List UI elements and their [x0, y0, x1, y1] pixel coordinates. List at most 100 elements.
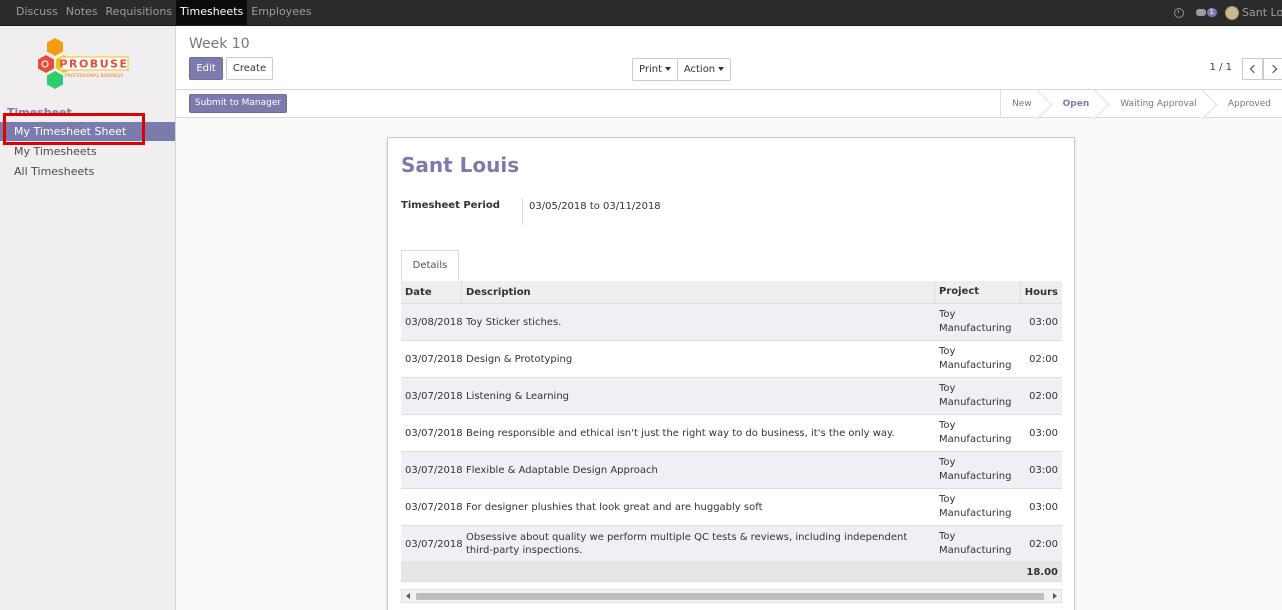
table-row[interactable]: 03/07/2018 Listening & Learning Toy Manuf… [401, 378, 1062, 415]
menu-timesheets[interactable]: Timesheets [176, 0, 248, 25]
cell-project: Toy Manufacturing [935, 526, 1021, 562]
form-sheet: Sant Louis Timesheet Period 03/05/2018 t… [387, 137, 1075, 610]
tab-details[interactable]: Details [401, 250, 459, 282]
stage-waiting-approval[interactable]: Waiting Approval [1100, 90, 1208, 118]
messaging-menu[interactable]: 1 [1195, 8, 1217, 17]
avatar[interactable] [1225, 5, 1239, 20]
project-line-1: Toy [939, 383, 956, 394]
timesheet-period-value: 03/05/2018 to 03/11/2018 [529, 201, 661, 212]
table-footer: 18.00 [401, 563, 1062, 582]
scroll-right-icon[interactable] [1053, 593, 1057, 599]
column-header-date[interactable]: Date [401, 281, 462, 303]
footer-spacer [401, 563, 462, 581]
activity-clock-icon[interactable] [1173, 7, 1184, 18]
timesheet-period-label: Timesheet Period [401, 200, 500, 211]
project-line-2: Manufacturing [939, 471, 1012, 482]
footer-spacer [462, 563, 935, 581]
stage-approved[interactable]: Approved [1208, 90, 1282, 118]
cell-project: Toy Manufacturing [935, 452, 1021, 488]
cell-description: Toy Sticker stiches. [466, 316, 562, 328]
cell-project: Toy Manufacturing [935, 304, 1021, 340]
systray: 1 Sant Louis [1173, 0, 1282, 25]
logo-tagline-text: PROFESSIONAL BUSINESS [65, 73, 123, 79]
action-dropdown[interactable]: Action [677, 58, 731, 81]
cell-description: Being responsible and ethical isn't just… [466, 427, 895, 439]
action-label: Action [683, 64, 716, 75]
cell-project: Toy Manufacturing [935, 341, 1021, 377]
cell-date: 03/07/2018 [405, 353, 462, 365]
table-row[interactable]: 03/07/2018 Obsessive about quality we pe… [401, 526, 1062, 563]
breadcrumb[interactable]: Week 10 [189, 36, 250, 52]
column-header-description[interactable]: Description [462, 281, 935, 303]
column-header-project[interactable]: Project [935, 281, 1021, 303]
form-statusbar: Submit to Manager New Open Waiting Appro… [176, 90, 1282, 118]
cell-description: Design & Prototyping [466, 353, 573, 365]
print-dropdown[interactable]: Print [632, 58, 678, 81]
menu-notes[interactable]: Notes [62, 0, 102, 25]
menu-employees[interactable]: Employees [247, 0, 315, 25]
menu-requisitions[interactable]: Requisitions [102, 0, 177, 25]
scrollbar-thumb[interactable] [416, 593, 1044, 600]
pager-value[interactable]: 1 / 1 [1210, 62, 1232, 73]
horizontal-scrollbar[interactable] [401, 589, 1062, 603]
sidebar-item-my-timesheet-sheet[interactable]: My Timesheet Sheet [0, 122, 175, 141]
sidebar-item-my-timesheets[interactable]: My Timesheets [0, 142, 175, 161]
table-row[interactable]: 03/07/2018 For designer plushies that lo… [401, 489, 1062, 526]
cell-description: For designer plushies that look great an… [466, 501, 763, 513]
cell-date: 03/07/2018 [405, 538, 462, 550]
cell-date: 03/07/2018 [405, 501, 462, 513]
pager-previous-icon[interactable] [1242, 58, 1263, 80]
cell-date: 03/07/2018 [405, 464, 462, 476]
project-line-2: Manufacturing [939, 360, 1012, 371]
chat-bubble-icon [1195, 9, 1206, 16]
table-row[interactable]: 03/07/2018 Design & Prototyping Toy Manuf… [401, 341, 1062, 378]
company-logo[interactable]: PROBUSE PROFESSIONAL BUSINESS [34, 37, 146, 91]
pager-next-icon[interactable] [1263, 58, 1282, 80]
control-panel: Week 10 Edit Create Print Action 1 / 1 [176, 26, 1282, 90]
project-line-2: Manufacturing [939, 434, 1012, 445]
cell-project: Toy Manufacturing [935, 489, 1021, 525]
logo-brand-text: PROBUSE [59, 58, 128, 71]
stage-pipeline: New Open Waiting Approval Approved [999, 90, 1282, 118]
cell-hours: 02:00 [1029, 538, 1058, 550]
table-row[interactable]: 03/07/2018 Flexible & Adaptable Design A… [401, 452, 1062, 489]
sidebar-section-heading: Timesheet [7, 106, 72, 119]
chat-count-badge: 1 [1206, 8, 1217, 17]
cell-project: Toy Manufacturing [935, 415, 1021, 451]
print-label: Print [638, 64, 662, 75]
column-header-hours[interactable]: Hours [1021, 281, 1062, 303]
project-line-2: Manufacturing [939, 397, 1012, 408]
cell-description: Flexible & Adaptable Design Approach [466, 464, 658, 476]
project-line-1: Toy [939, 531, 956, 542]
edit-button[interactable]: Edit [189, 57, 223, 80]
table-header: Date Description Project Hours [401, 281, 1062, 304]
sidebar: PROBUSE PROFESSIONAL BUSINESS Timesheet … [0, 26, 176, 610]
top-navbar: Discuss Notes Requisitions Timesheets Em… [0, 0, 1282, 26]
probuse-logo-icon: PROBUSE PROFESSIONAL BUSINESS [38, 38, 129, 89]
cell-hours: 03:00 [1029, 501, 1058, 513]
field-divider [522, 198, 523, 225]
menu-discuss[interactable]: Discuss [12, 0, 62, 25]
employee-name: Sant Louis [401, 153, 520, 177]
create-button[interactable]: Create [226, 57, 273, 80]
total-hours: 18.00 [1026, 566, 1058, 578]
sidebar-item-all-timesheets[interactable]: All Timesheets [0, 162, 175, 181]
footer-spacer [935, 563, 1021, 581]
cell-date: 03/08/2018 [405, 316, 462, 328]
submit-to-manager-button[interactable]: Submit to Manager [189, 94, 287, 113]
project-line-2: Manufacturing [939, 545, 1012, 556]
project-line-1: Toy [939, 346, 956, 357]
table-row[interactable]: 03/07/2018 Being responsible and ethical… [401, 415, 1062, 452]
user-menu[interactable]: Sant Louis [1242, 6, 1282, 19]
cell-hours: 02:00 [1029, 353, 1058, 365]
cell-date: 03/07/2018 [405, 390, 462, 402]
scroll-left-icon[interactable] [406, 593, 410, 599]
table-row[interactable]: 03/08/2018 Toy Sticker stiches. Toy Manuf… [401, 304, 1062, 341]
caret-down-icon [718, 67, 725, 71]
app-menu: Discuss Notes Requisitions Timesheets Em… [12, 0, 315, 25]
caret-down-icon [665, 67, 671, 71]
project-line-1: Toy [939, 309, 956, 320]
cell-hours: 02:00 [1029, 390, 1058, 402]
stage-new[interactable]: New [1001, 90, 1043, 118]
project-line-2: Manufacturing [939, 323, 1012, 334]
